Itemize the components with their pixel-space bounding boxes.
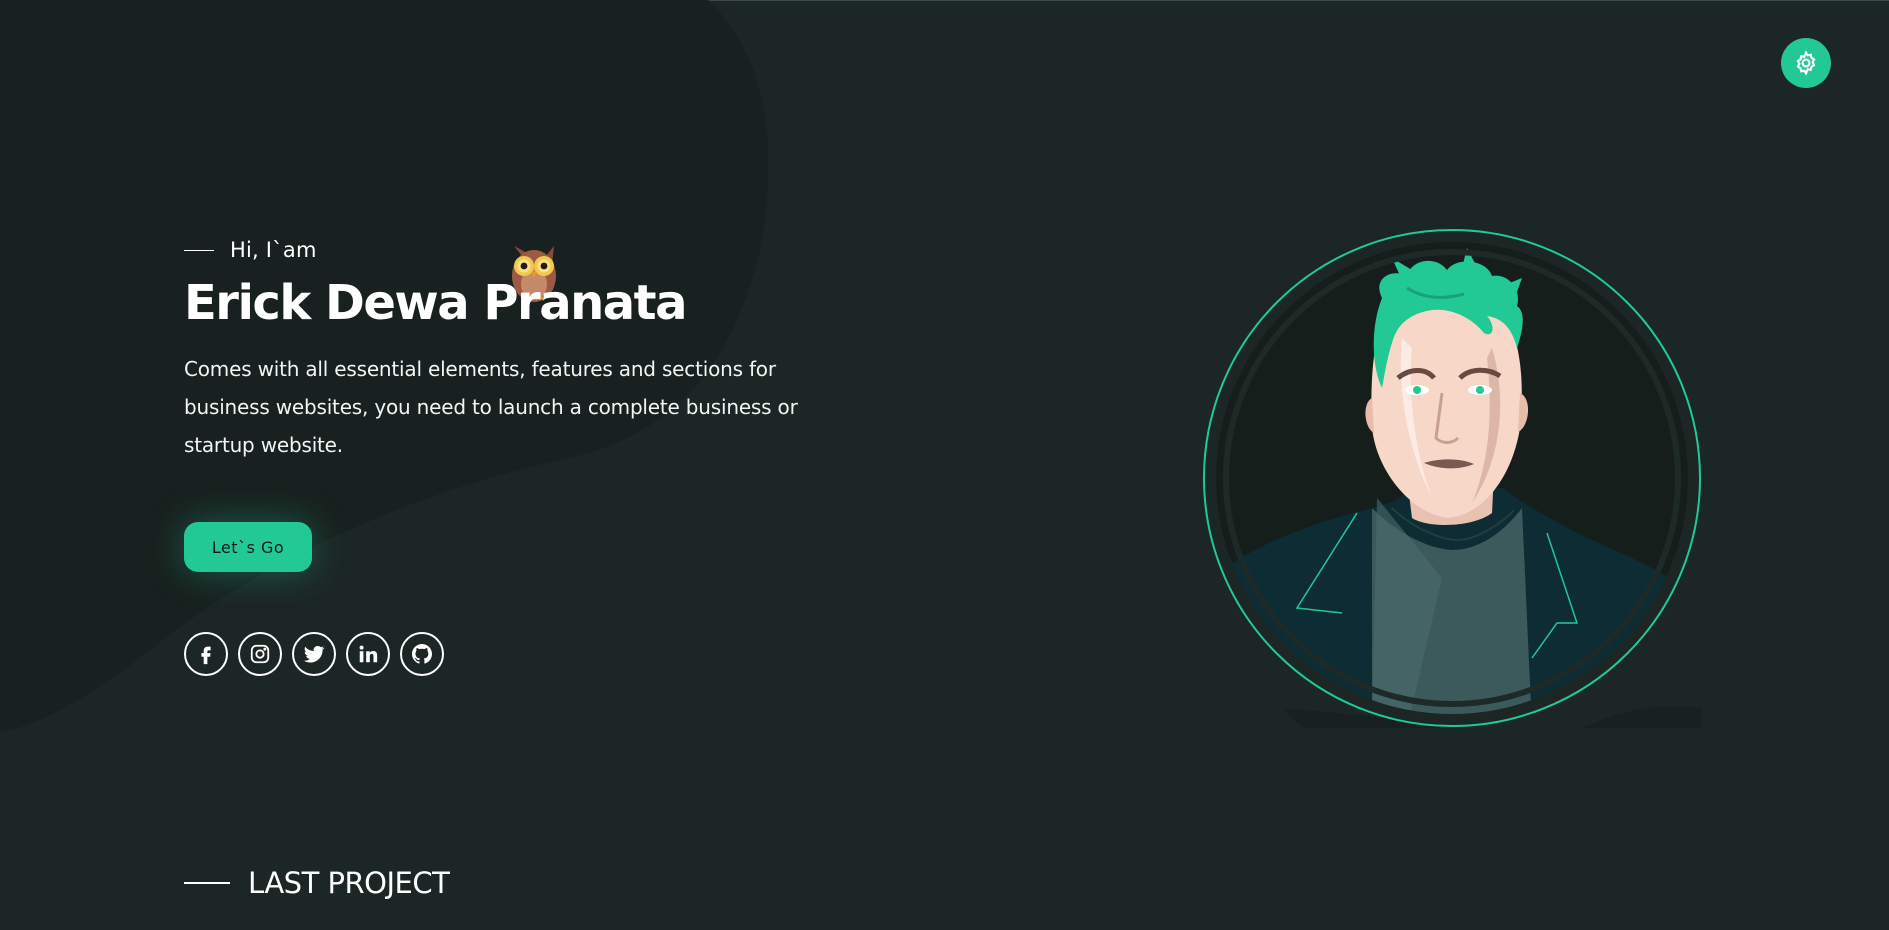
social-links (184, 632, 824, 676)
lets-go-button[interactable]: Let`s Go (184, 522, 312, 572)
instagram-icon (250, 644, 270, 664)
hero-section: Hi, I`am Erick Dewa Pranata Comes with a… (184, 232, 824, 676)
twitter-icon (303, 645, 325, 663)
facebook-icon (201, 646, 211, 665)
last-project-heading: LAST PROJECT (184, 866, 450, 900)
greeting-line (184, 249, 214, 251)
avatar-illustration (1203, 229, 1702, 728)
greeting-text: Hi, I`am (230, 238, 317, 262)
gear-icon (1796, 50, 1816, 76)
page: Hi, I`am Erick Dewa Pranata Comes with a… (0, 0, 1889, 930)
linkedin-link[interactable] (346, 632, 390, 676)
section-title-text: LAST PROJECT (248, 866, 450, 900)
section-line (184, 882, 230, 884)
linkedin-icon (359, 645, 378, 663)
hero-description: Comes with all essential elements, featu… (184, 357, 798, 457)
github-link[interactable] (400, 632, 444, 676)
facebook-link[interactable] (184, 632, 228, 676)
settings-button[interactable] (1781, 38, 1831, 88)
twitter-link[interactable] (292, 632, 336, 676)
hero-name: Erick Dewa Pranata (184, 275, 687, 331)
instagram-link[interactable] (238, 632, 282, 676)
github-icon (412, 644, 432, 664)
